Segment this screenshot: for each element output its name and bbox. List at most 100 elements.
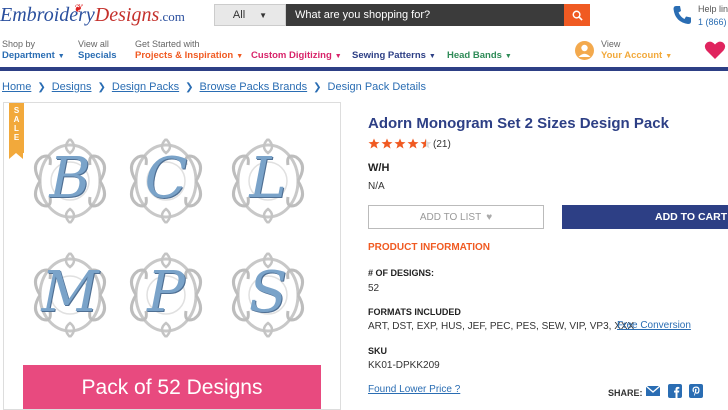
monogram-letter: C: [144, 146, 188, 211]
account-avatar-icon[interactable]: [575, 41, 594, 60]
add-to-cart-label: ADD TO CART: [655, 211, 728, 223]
search-input[interactable]: What are you shopping for?: [286, 4, 564, 26]
nav-divider: [0, 67, 728, 71]
monogram-letter: M: [41, 260, 99, 325]
monogram-letter: S: [248, 260, 288, 325]
butterfly-icon: ❦: [73, 3, 83, 15]
account-pre: View: [601, 39, 621, 49]
breadcrumb-current: Design Pack Details: [327, 81, 426, 93]
chevron-down-icon: ▼: [665, 53, 673, 60]
chevron-down-icon: ▼: [259, 10, 268, 20]
chevron-right-icon: ❯: [37, 81, 46, 93]
chevron-down-icon: ▼: [334, 53, 342, 60]
sale-letter: S: [13, 106, 20, 115]
email-share-icon[interactable]: [646, 384, 660, 398]
sale-letter: E: [13, 133, 20, 142]
nav-pre: View all: [78, 39, 109, 49]
formats-value: ART, DST, EXP, HUS, JEF, PEC, PES, SEW, …: [368, 321, 635, 332]
designs-value: 52: [368, 283, 380, 294]
monogram-l: L: [226, 135, 310, 227]
chevron-right-icon: ❯: [97, 81, 106, 93]
pack-banner: Pack of 52 Designs: [23, 365, 321, 409]
nav-pre: Shop by: [2, 39, 36, 49]
nav-item-specials[interactable]: View all Specials: [78, 38, 117, 62]
breadcrumb: Home ❯ Designs ❯ Design Packs ❯ Browse P…: [2, 81, 426, 93]
chevron-right-icon: ❯: [185, 81, 194, 93]
nav-item-custom-digitizing[interactable]: Custom Digitizing ▼: [251, 50, 342, 63]
designs-label: # OF DESIGNS:: [368, 268, 435, 278]
chevron-down-icon: ▼: [236, 53, 244, 60]
nav-item-sewing-patterns[interactable]: Sewing Patterns ▼: [352, 50, 436, 63]
rating-stars[interactable]: [368, 138, 432, 149]
star-icon: [420, 138, 432, 149]
sale-badge-text: SALE: [9, 106, 24, 142]
nav-item-account[interactable]: View Your Account ▼: [601, 38, 672, 63]
monogram-m: M: [28, 249, 112, 341]
star-icon: [368, 138, 380, 149]
add-to-cart-button[interactable]: ADD TO CART 🛒: [562, 205, 728, 229]
search-category-value: All: [232, 9, 246, 21]
free-conversion-link[interactable]: Free Conversion: [617, 320, 691, 331]
wh-label: W/H: [368, 162, 390, 174]
chevron-down-icon: ▼: [57, 53, 65, 60]
wh-value: N/A: [368, 181, 385, 192]
site-logo[interactable]: EmbroideryDesigns.com ❦: [0, 3, 185, 30]
chevron-down-icon: ▼: [504, 53, 512, 60]
main-nav: Shop by Department ▼ View all Specials Ge…: [0, 38, 728, 66]
nav-item-head-bands[interactable]: Head Bands ▼: [447, 50, 512, 63]
product-title: Adorn Monogram Set 2 Sizes Design Pack: [368, 115, 669, 132]
logo-suffix: .com: [159, 9, 185, 24]
sale-letter: L: [14, 124, 19, 133]
facebook-icon[interactable]: [668, 384, 682, 398]
sale-letter: A: [13, 115, 20, 124]
sku-label: SKU: [368, 346, 388, 356]
share-label: SHARE:: [608, 388, 643, 398]
phone-icon: [673, 6, 691, 24]
heart-outline-icon: ♥: [486, 211, 493, 223]
nav-label: Specials: [78, 50, 117, 61]
add-to-list-label: ADD TO LIST: [419, 211, 482, 223]
star-icon: [407, 138, 419, 149]
nav-item-projects[interactable]: Get Started with Projects & Inspiration ▼: [135, 38, 243, 63]
product-image[interactable]: SALE BCLMPS Pack of 52 Designs: [3, 102, 341, 410]
sku-value: KK01-DPKK209: [368, 360, 440, 371]
review-count[interactable]: (21): [433, 139, 451, 150]
heart-icon[interactable]: [704, 40, 726, 60]
monogram-letter: B: [49, 146, 91, 211]
nav-pre: Get Started with: [135, 39, 200, 49]
nav-label: Custom Digitizing: [251, 50, 332, 61]
breadcrumb-browse-packs-brands[interactable]: Browse Packs Brands: [200, 81, 308, 93]
nav-label: Department: [2, 50, 55, 61]
search-button[interactable]: [564, 4, 590, 26]
product-info-heading: PRODUCT INFORMATION: [368, 242, 491, 253]
user-icon: [578, 44, 591, 57]
nav-label: Projects & Inspiration: [135, 50, 234, 61]
chevron-right-icon: ❯: [313, 81, 322, 93]
pinterest-icon[interactable]: [689, 384, 703, 398]
breadcrumb-design-packs[interactable]: Design Packs: [112, 81, 179, 93]
helpline-number[interactable]: 1 (866): [698, 17, 727, 27]
search-category-select[interactable]: All ▼: [214, 4, 286, 26]
logo-accent: Designs: [94, 4, 160, 26]
nav-item-department[interactable]: Shop by Department ▼: [2, 38, 65, 63]
formats-label: FORMATS INCLUDED: [368, 307, 461, 317]
found-lower-price-link[interactable]: Found Lower Price ?: [368, 384, 460, 395]
breadcrumb-designs[interactable]: Designs: [52, 81, 92, 93]
monogram-letter: P: [147, 260, 185, 325]
helpline-label: Help line: [698, 4, 728, 14]
add-to-list-button[interactable]: ADD TO LIST ♥: [368, 205, 544, 229]
monogram-b: B: [28, 135, 112, 227]
nav-label: Head Bands: [447, 50, 502, 61]
product-page: EmbroideryDesigns.com ❦ All ▼ What are y…: [0, 0, 728, 410]
monogram-p: P: [124, 249, 208, 341]
monogram-letter: L: [249, 146, 287, 211]
top-bar: EmbroideryDesigns.com ❦ All ▼ What are y…: [0, 0, 728, 34]
monogram-s: S: [226, 249, 310, 341]
star-icon: [394, 138, 406, 149]
search-icon: [572, 10, 583, 21]
account-label: Your Account: [601, 50, 663, 61]
search-bar: All ▼ What are you shopping for?: [214, 4, 590, 26]
monogram-c: C: [124, 135, 208, 227]
sale-badge: SALE: [9, 103, 24, 159]
breadcrumb-home[interactable]: Home: [2, 81, 31, 93]
